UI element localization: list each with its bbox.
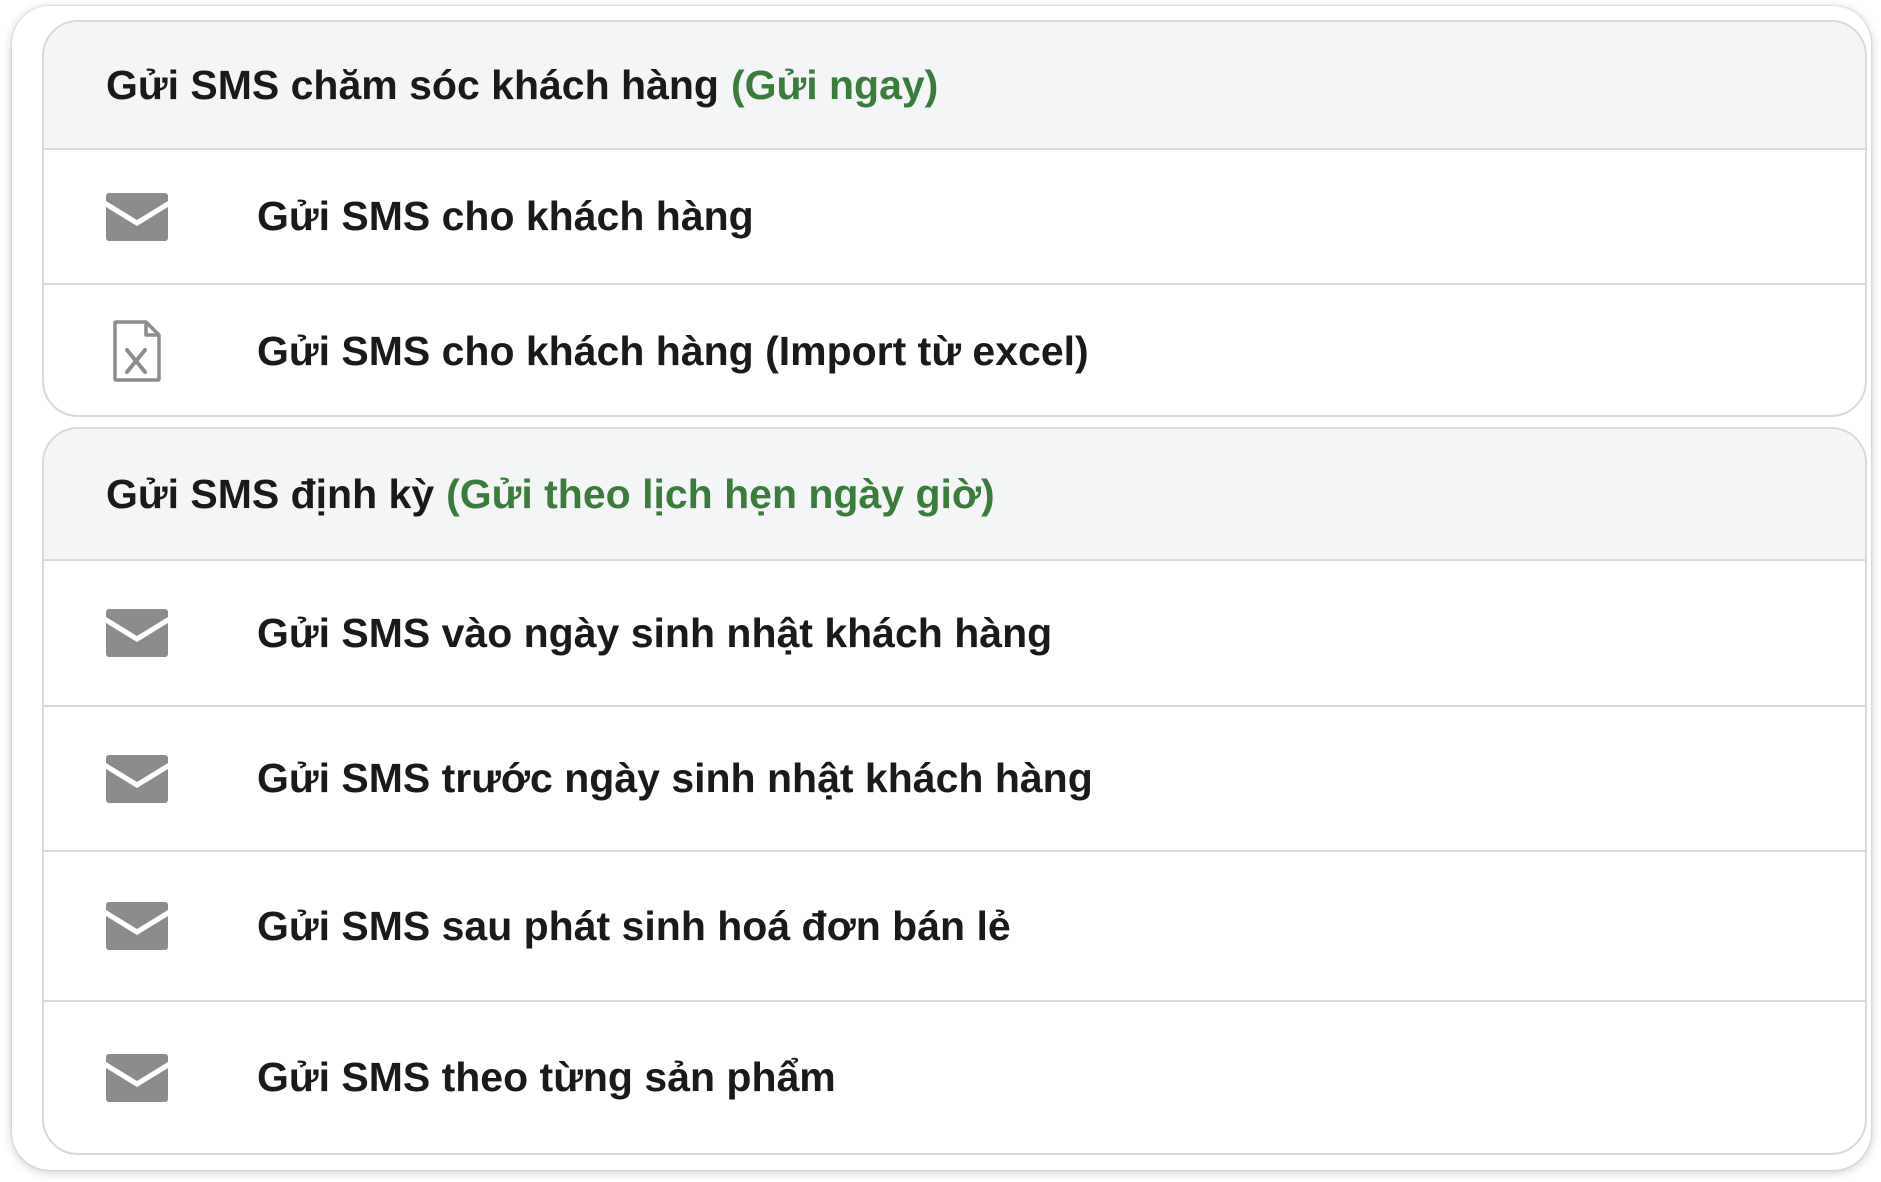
menu-item-label: Gửi SMS trước ngày sinh nhật khách hàng: [257, 755, 1093, 801]
excel-file-icon: [106, 320, 168, 382]
envelope-icon: [106, 754, 168, 803]
section-instant-sms-header: Gửi SMS chăm sóc khách hàng (Gửi ngay): [44, 22, 1865, 150]
menu-item-send-sms-customer[interactable]: Gửi SMS cho khách hàng: [44, 150, 1865, 285]
section-instant-sms-title: Gửi SMS chăm sóc khách hàng: [106, 61, 719, 108]
menu-item-label: Gửi SMS theo từng sản phẩm: [257, 1054, 836, 1100]
envelope-icon: [106, 609, 168, 657]
menu-item-sms-before-birthday[interactable]: Gửi SMS trước ngày sinh nhật khách hàng: [44, 707, 1865, 852]
menu-item-label: Gửi SMS sau phát sinh hoá đơn bán lẻ: [257, 902, 1011, 949]
section-scheduled-sms-subtitle: (Gửi theo lịch hẹn ngày giờ): [446, 470, 995, 517]
menu-item-sms-after-invoice[interactable]: Gửi SMS sau phát sinh hoá đơn bán lẻ: [44, 852, 1865, 1002]
section-scheduled-sms: Gửi SMS định kỳ (Gửi theo lịch hẹn ngày …: [42, 427, 1867, 1155]
section-scheduled-sms-header: Gửi SMS định kỳ (Gửi theo lịch hẹn ngày …: [44, 429, 1865, 561]
menu-item-send-sms-import-excel[interactable]: Gửi SMS cho khách hàng (Import từ excel): [44, 285, 1865, 415]
menu-item-sms-by-product[interactable]: Gửi SMS theo từng sản phẩm: [44, 1002, 1865, 1153]
envelope-icon: [106, 1053, 168, 1102]
envelope-icon: [106, 902, 168, 950]
sms-menu-card: Gửi SMS chăm sóc khách hàng (Gửi ngay) G…: [12, 6, 1871, 1170]
menu-item-label: Gửi SMS cho khách hàng: [257, 193, 754, 239]
menu-item-sms-birthday[interactable]: Gửi SMS vào ngày sinh nhật khách hàng: [44, 561, 1865, 707]
section-instant-sms: Gửi SMS chăm sóc khách hàng (Gửi ngay) G…: [42, 20, 1867, 417]
menu-item-label: Gửi SMS vào ngày sinh nhật khách hàng: [257, 609, 1053, 656]
envelope-icon: [106, 192, 168, 241]
menu-item-label: Gửi SMS cho khách hàng (Import từ excel): [257, 327, 1089, 374]
section-scheduled-sms-title: Gửi SMS định kỳ: [106, 470, 435, 517]
section-instant-sms-subtitle: (Gửi ngay): [730, 61, 939, 108]
